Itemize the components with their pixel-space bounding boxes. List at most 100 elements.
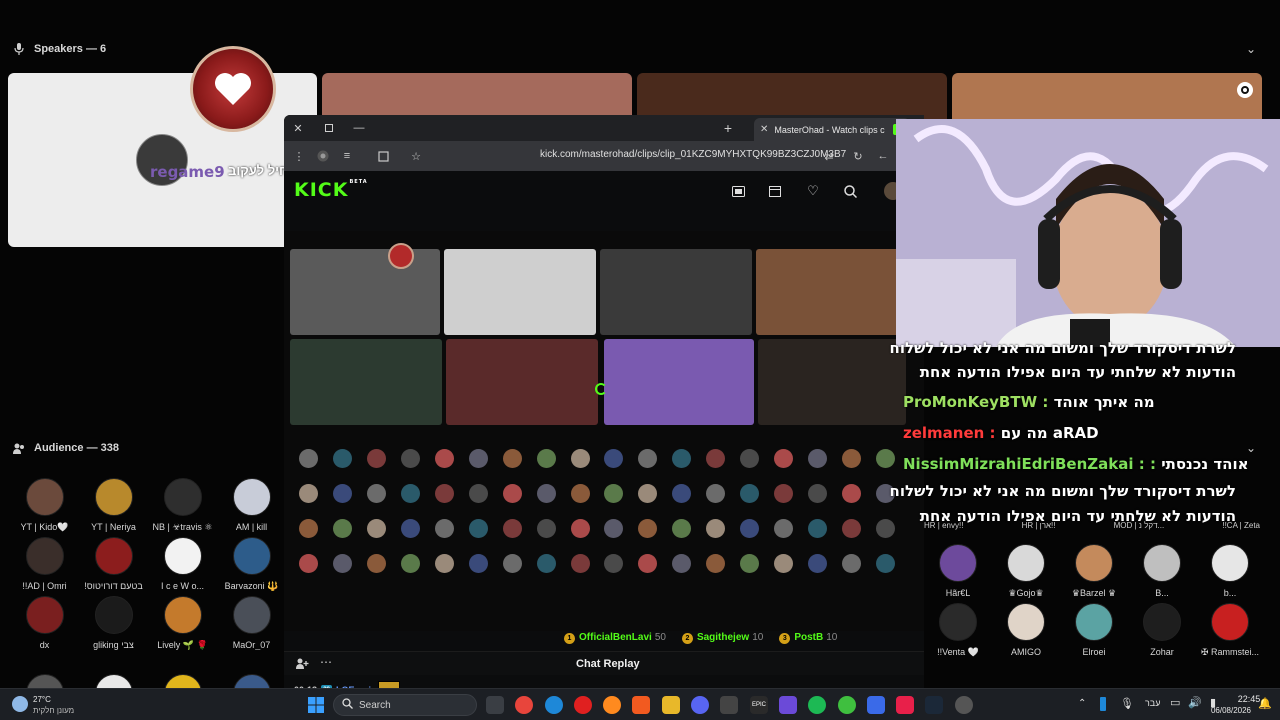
avatar[interactable]	[94, 537, 133, 575]
clip-video-player[interactable]	[284, 231, 924, 631]
task-view-icon[interactable]	[486, 696, 504, 714]
notifications-icon[interactable]: 🔔	[1258, 697, 1272, 710]
weather-icon[interactable]	[12, 696, 28, 712]
avatar[interactable]	[1075, 544, 1113, 582]
audience-member[interactable]: !בטעם דורויטוס	[79, 537, 148, 592]
avatar[interactable]	[1143, 603, 1181, 641]
file-explorer-icon[interactable]	[662, 696, 680, 714]
audience-member[interactable]: Barvazoni 🔱	[217, 537, 286, 592]
language-indicator[interactable]: עבר	[1145, 698, 1160, 708]
site-settings-icon[interactable]: ⇄	[822, 149, 836, 163]
audience-member[interactable]: Lively 🌱 🌹	[148, 596, 217, 651]
leaderboard-entry[interactable]: 3 PostB 10	[779, 632, 837, 644]
avatar[interactable]	[1143, 544, 1181, 582]
avatar[interactable]	[163, 596, 202, 634]
app-grid-icon[interactable]	[779, 696, 797, 714]
weather-temp[interactable]: 27°C	[33, 695, 51, 704]
audience-member[interactable]: AMIGO	[992, 603, 1060, 658]
xbox-icon[interactable]	[838, 696, 856, 714]
audience-member[interactable]: gliking צבי	[79, 596, 148, 651]
settings-icon[interactable]	[1237, 82, 1253, 98]
kick-logo[interactable]: KICKBETA	[294, 179, 368, 201]
audience-member[interactable]: ♛Gojo♛	[992, 544, 1060, 599]
opera-icon[interactable]	[574, 696, 592, 714]
avatar[interactable]	[1075, 603, 1113, 641]
maximize-icon[interactable]	[321, 120, 337, 136]
audience-member[interactable]: NB | ☣travis ⚛	[148, 478, 217, 533]
tiktok-icon[interactable]	[896, 696, 914, 714]
audience-member[interactable]: dx	[10, 596, 79, 651]
network-icon[interactable]: ▭	[1170, 696, 1180, 709]
avatar[interactable]	[163, 537, 202, 575]
url-field[interactable]: kick.com/masterohad/clips/clip_01KZC9MYH…	[540, 149, 846, 160]
taskbar-search[interactable]: Search	[333, 694, 477, 716]
firefox-icon[interactable]	[603, 696, 621, 714]
tray-chevron-up-icon[interactable]: ⌃	[1078, 698, 1086, 709]
avatar[interactable]	[1211, 603, 1249, 641]
more-options-icon[interactable]: ⋯	[320, 655, 332, 669]
audience-member[interactable]: Elroei	[1060, 603, 1128, 658]
volume-icon[interactable]: 🔊	[1188, 696, 1202, 709]
browser-window[interactable]: ✕ — + ✕ MasterOhad - Watch clips c K ⋮ ≡…	[284, 115, 924, 688]
spotify-icon[interactable]	[808, 696, 826, 714]
microphone-tray-icon[interactable]: 🎙	[1120, 697, 1134, 710]
avatar[interactable]	[163, 478, 202, 516]
bluetooth-icon[interactable]	[1100, 697, 1106, 711]
close-window-icon[interactable]: ✕	[290, 120, 306, 136]
avatar[interactable]	[94, 478, 133, 516]
minimize-icon[interactable]: —	[351, 120, 367, 136]
discord-icon[interactable]	[691, 696, 709, 714]
avatar[interactable]	[232, 537, 271, 575]
audience-member[interactable]: Hãr€L	[924, 544, 992, 599]
audience-member[interactable]: b...	[1196, 544, 1264, 599]
clips-icon[interactable]	[730, 183, 746, 199]
users-icon[interactable]	[296, 658, 309, 672]
brave-icon[interactable]	[632, 696, 650, 714]
chevron-down-icon[interactable]: ⌄	[1246, 441, 1256, 455]
avatar[interactable]	[25, 537, 64, 575]
bookmark-star-icon[interactable]: ☆	[409, 149, 423, 163]
speakers-header[interactable]: Speakers — 6	[12, 42, 106, 56]
avatar[interactable]	[939, 544, 977, 582]
media-control-icon[interactable]: ≡	[340, 149, 354, 163]
audience-member[interactable]: !!AD | Omri	[10, 537, 79, 592]
audience-member[interactable]: ✠ Rammstei...	[1196, 603, 1264, 658]
audience-member[interactable]: MaOr_07	[217, 596, 286, 651]
audience-member[interactable]: Zohar	[1128, 603, 1196, 658]
windows-start-icon[interactable]	[307, 696, 325, 714]
chevron-down-icon[interactable]: ⌄	[1246, 42, 1256, 56]
leaderboard-entry[interactable]: 1 OfficialBenLavi 50	[564, 632, 666, 644]
avatar[interactable]	[939, 603, 977, 641]
avatar[interactable]	[1007, 603, 1045, 641]
clock-date[interactable]: 06/08/2026	[1206, 706, 1256, 715]
avatar[interactable]	[232, 596, 271, 634]
heart-icon[interactable]: ♡	[805, 183, 821, 199]
close-tab-icon[interactable]: ✕	[760, 124, 768, 135]
back-icon[interactable]: ←	[876, 149, 890, 163]
tab-masterohad[interactable]: ✕ MasterOhad - Watch clips c K	[754, 118, 910, 141]
extensions-icon[interactable]	[376, 149, 390, 163]
audience-member[interactable]: AM | kill	[217, 478, 286, 533]
search-icon[interactable]	[842, 183, 858, 199]
edge-icon[interactable]	[545, 696, 563, 714]
avatar[interactable]	[232, 478, 271, 516]
app-icon[interactable]	[867, 696, 885, 714]
epic-games-icon[interactable]: EPIC	[750, 696, 768, 714]
new-tab-icon[interactable]: +	[720, 120, 736, 136]
audience-member[interactable]: !!Venta 🤍	[924, 603, 992, 658]
settings-icon[interactable]	[955, 696, 973, 714]
avatar[interactable]	[1211, 544, 1249, 582]
audience-member[interactable]: YT | Kido🤍	[10, 478, 79, 533]
audience-header[interactable]: Audience — 338	[12, 441, 119, 455]
avatar[interactable]	[25, 596, 64, 634]
avatar[interactable]	[25, 478, 64, 516]
leaderboard-entry[interactable]: 2 Sagithejew 10	[681, 632, 763, 644]
obs-icon[interactable]	[720, 696, 738, 714]
reload-icon[interactable]: ↻	[851, 149, 865, 163]
avatar[interactable]	[1007, 544, 1045, 582]
steam-icon[interactable]	[925, 696, 943, 714]
chat-message[interactable]: 00:1338LOE_ori:	[294, 681, 401, 688]
chrome-icon[interactable]	[515, 696, 533, 714]
calendar-icon[interactable]	[767, 183, 783, 199]
audience-member[interactable]: ♛Barzel ♛	[1060, 544, 1128, 599]
